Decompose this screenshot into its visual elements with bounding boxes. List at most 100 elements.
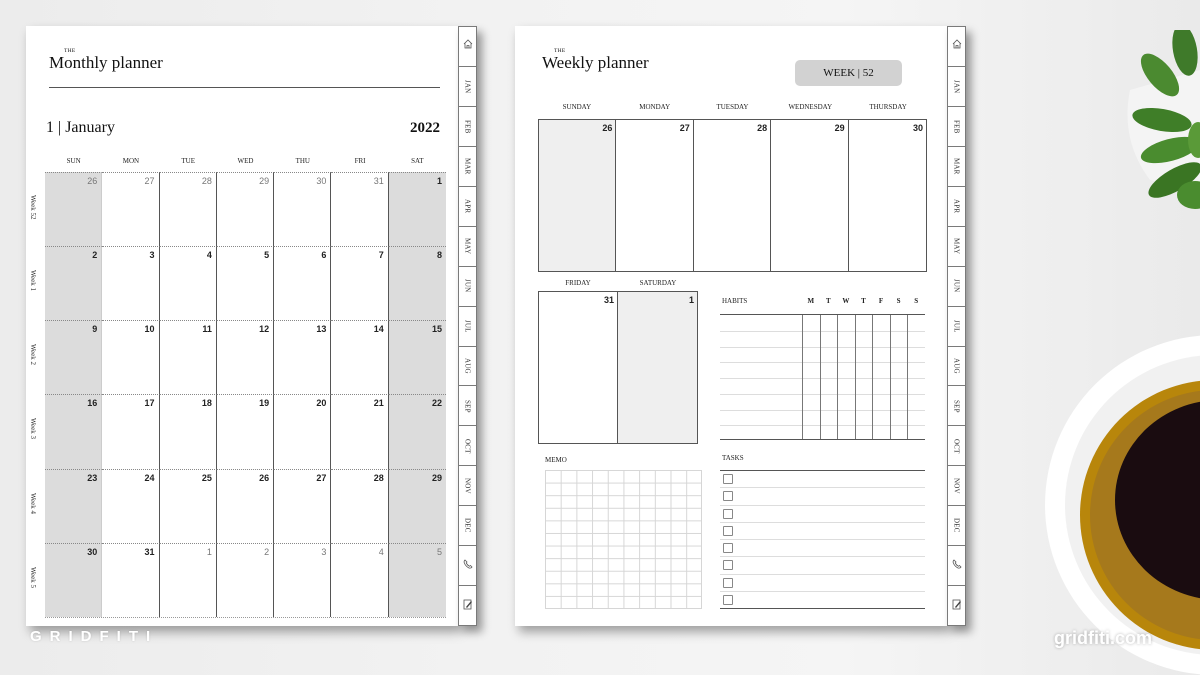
task-checkbox[interactable] <box>723 508 733 519</box>
task-row[interactable] <box>720 575 925 592</box>
habit-row[interactable] <box>720 425 802 441</box>
task-checkbox[interactable] <box>723 525 733 536</box>
tab-aug[interactable]: AUG <box>948 347 965 387</box>
calendar-day-cell[interactable]: 2 <box>216 542 275 617</box>
habit-row[interactable] <box>720 331 802 347</box>
calendar-day-cell[interactable]: 29 <box>388 468 446 543</box>
calendar-day-cell[interactable]: 7 <box>331 246 389 321</box>
calendar-day-cell[interactable]: 1 <box>388 172 446 247</box>
tab-nov[interactable]: NOV <box>459 466 476 507</box>
habit-row[interactable] <box>720 362 802 378</box>
tab-notes[interactable] <box>948 586 965 625</box>
tab-may[interactable]: MAY <box>948 227 965 267</box>
habit-row[interactable] <box>720 347 802 363</box>
weekday-cell[interactable]: 26 <box>539 120 617 271</box>
tab-home[interactable] <box>459 27 476 67</box>
calendar-day-cell[interactable]: 31 <box>102 542 160 617</box>
calendar-day-cell[interactable]: 14 <box>331 320 389 395</box>
calendar-day-cell[interactable]: 8 <box>388 246 446 321</box>
tab-jan[interactable]: JAN <box>948 67 965 107</box>
task-row[interactable] <box>720 488 925 506</box>
tab-nov[interactable]: NOV <box>948 466 965 507</box>
tab-sep[interactable]: SEP <box>459 386 476 427</box>
tab-mar[interactable]: MAR <box>459 147 476 187</box>
tab-jan[interactable]: JAN <box>459 67 476 107</box>
tab-may[interactable]: MAY <box>459 227 476 267</box>
tab-apr[interactable]: APR <box>459 187 476 227</box>
calendar-day-cell[interactable]: 31 <box>331 172 389 247</box>
calendar-day-cell[interactable]: 10 <box>102 320 160 395</box>
tab-home[interactable] <box>948 27 965 67</box>
calendar-day-cell[interactable]: 29 <box>216 172 275 247</box>
calendar-day-cell[interactable]: 3 <box>102 246 160 321</box>
calendar-day-cell[interactable]: 28 <box>331 468 389 543</box>
calendar-day-cell[interactable]: 17 <box>102 394 160 469</box>
task-checkbox[interactable] <box>723 474 733 485</box>
task-checkbox[interactable] <box>723 560 733 571</box>
calendar-day-cell[interactable]: 24 <box>102 468 160 543</box>
task-row[interactable] <box>720 523 925 540</box>
tab-feb[interactable]: FEB <box>459 107 476 147</box>
calendar-day-cell[interactable]: 22 <box>388 394 446 469</box>
tab-dec[interactable]: DEC <box>459 506 476 547</box>
tab-oct[interactable]: OCT <box>459 426 476 467</box>
calendar-day-cell[interactable]: 11 <box>159 320 217 395</box>
calendar-day-cell[interactable]: 4 <box>159 246 217 321</box>
task-row[interactable] <box>720 540 925 558</box>
calendar-day-cell[interactable]: 27 <box>274 468 332 543</box>
tab-apr[interactable]: APR <box>948 187 965 227</box>
tab-jun[interactable]: JUN <box>948 267 965 307</box>
calendar-day-cell[interactable]: 21 <box>331 394 389 469</box>
task-row[interactable] <box>720 506 925 523</box>
tab-jul[interactable]: JUL <box>459 307 476 347</box>
calendar-day-cell[interactable]: 13 <box>274 320 332 395</box>
tab-oct[interactable]: OCT <box>948 426 965 467</box>
weekday-cell[interactable]: 1 <box>618 292 697 443</box>
calendar-day-cell[interactable]: 30 <box>274 172 332 247</box>
habit-row[interactable] <box>720 410 802 426</box>
tab-sep[interactable]: SEP <box>948 386 965 427</box>
task-checkbox[interactable] <box>723 594 733 605</box>
weekday-cell[interactable]: 27 <box>616 120 694 271</box>
habit-row[interactable] <box>720 315 802 331</box>
weekday-cell[interactable]: 30 <box>848 120 926 271</box>
calendar-day-cell[interactable]: 6 <box>274 246 332 321</box>
tab-dec[interactable]: DEC <box>948 506 965 547</box>
calendar-day-cell[interactable]: 2 <box>45 246 103 321</box>
weekday-cell[interactable]: 28 <box>693 120 772 271</box>
weekday-cell[interactable]: 29 <box>771 120 849 271</box>
calendar-day-cell[interactable]: 26 <box>216 468 275 543</box>
tab-phone[interactable] <box>459 546 476 587</box>
calendar-day-cell[interactable]: 30 <box>45 542 103 617</box>
calendar-day-cell[interactable]: 27 <box>102 172 160 247</box>
calendar-day-cell[interactable]: 12 <box>216 320 275 395</box>
calendar-day-cell[interactable]: 15 <box>388 320 446 395</box>
calendar-day-cell[interactable]: 3 <box>274 542 332 617</box>
calendar-day-cell[interactable]: 25 <box>159 468 217 543</box>
habit-row[interactable] <box>720 378 802 394</box>
calendar-day-cell[interactable]: 18 <box>159 394 217 469</box>
calendar-day-cell[interactable]: 1 <box>159 542 217 617</box>
tab-mar[interactable]: MAR <box>948 147 965 187</box>
task-row[interactable] <box>720 592 925 608</box>
tab-feb[interactable]: FEB <box>948 107 965 147</box>
tab-aug[interactable]: AUG <box>459 347 476 387</box>
tab-jun[interactable]: JUN <box>459 267 476 307</box>
calendar-day-cell[interactable]: 28 <box>159 172 217 247</box>
task-checkbox[interactable] <box>723 543 733 554</box>
calendar-day-cell[interactable]: 23 <box>45 468 103 543</box>
task-checkbox[interactable] <box>723 491 733 502</box>
calendar-day-cell[interactable]: 26 <box>45 172 103 247</box>
task-row[interactable] <box>720 557 925 575</box>
calendar-day-cell[interactable]: 19 <box>216 394 275 469</box>
tab-phone[interactable] <box>948 546 965 587</box>
calendar-day-cell[interactable]: 5 <box>388 542 446 617</box>
task-checkbox[interactable] <box>723 577 733 588</box>
calendar-day-cell[interactable]: 4 <box>331 542 389 617</box>
tab-notes[interactable] <box>459 586 476 625</box>
habit-row[interactable] <box>720 394 802 410</box>
calendar-day-cell[interactable]: 5 <box>216 246 275 321</box>
calendar-day-cell[interactable]: 20 <box>274 394 332 469</box>
memo-grid[interactable] <box>545 470 702 609</box>
calendar-day-cell[interactable]: 16 <box>45 394 103 469</box>
